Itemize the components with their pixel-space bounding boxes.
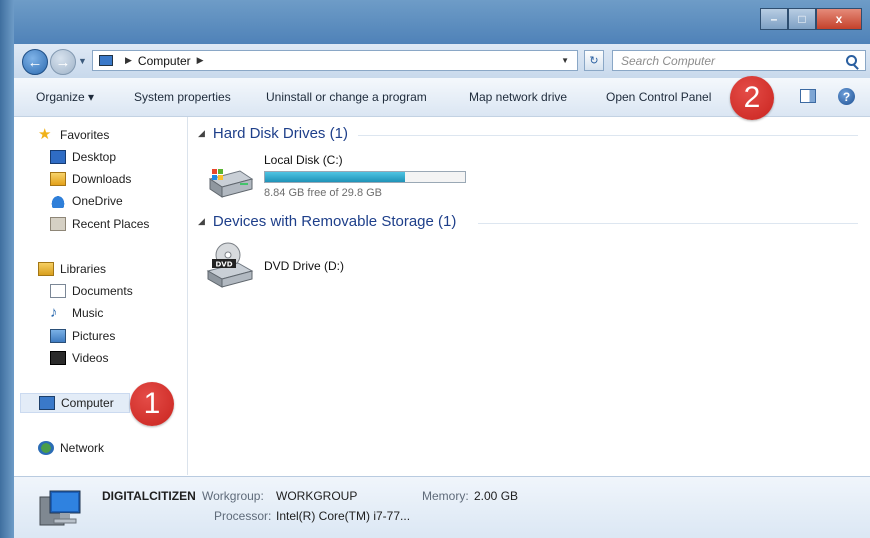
computer-large-icon — [39, 490, 81, 526]
libraries-icon — [38, 262, 54, 276]
step-badge-2: 2 — [730, 76, 774, 120]
sidebar-item-label: Downloads — [72, 172, 132, 186]
network-globe-icon — [38, 441, 54, 455]
collapse-arrow-icon[interactable]: ◢ — [198, 216, 205, 227]
forward-button[interactable]: → — [50, 49, 76, 75]
sidebar-item-desktop[interactable]: Desktop — [50, 147, 116, 167]
dvd-logo-text: DVD — [215, 261, 232, 269]
group-header-hard-disk-drives[interactable]: ◢ Hard Disk Drives (1) — [198, 125, 348, 142]
sidebar-item-label: Desktop — [72, 150, 117, 164]
dvd-drive-icon: DVD — [206, 242, 254, 288]
workgroup-value: WORKGROUP — [276, 489, 358, 503]
close-button[interactable]: x — [816, 8, 862, 30]
sidebar-item-label: Documents — [72, 284, 133, 298]
sidebar-item-libraries[interactable]: Libraries — [38, 259, 106, 279]
help-icon[interactable]: ? — [838, 88, 855, 105]
maximize-button[interactable]: □ — [788, 8, 816, 30]
processor-value: Intel(R) Core(TM) i7-77... — [276, 509, 411, 523]
sidebar-item-videos[interactable]: Videos — [50, 348, 108, 368]
sidebar-item-recent-places[interactable]: Recent Places — [50, 214, 149, 234]
minimize-button[interactable]: – — [760, 8, 788, 30]
documents-icon — [50, 284, 66, 298]
back-button[interactable]: ← — [22, 49, 48, 75]
sidebar-item-label: Libraries — [60, 262, 107, 276]
group-divider — [358, 135, 858, 136]
sidebar-item-label: Favorites — [60, 128, 110, 142]
breadcrumb-computer[interactable]: Computer — [138, 54, 191, 68]
search-placeholder: Search Computer — [621, 53, 716, 68]
recent-places-icon — [50, 217, 66, 231]
sidebar-item-label: Computer — [61, 396, 114, 410]
disk-capacity-fill — [265, 172, 405, 182]
memory-value: 2.00 GB — [474, 489, 519, 503]
onedrive-cloud-icon — [50, 194, 66, 208]
sidebar-item-computer[interactable]: Computer — [20, 393, 130, 413]
title-bar[interactable]: – □ x — [0, 0, 870, 44]
map-network-drive-button[interactable]: Map network drive — [469, 90, 567, 104]
sidebar-item-label: Videos — [72, 351, 109, 365]
sidebar-item-label: Music — [72, 306, 104, 320]
refresh-button[interactable]: ↻ — [584, 50, 604, 71]
music-note-icon: ♪ — [50, 304, 58, 321]
organize-button[interactable]: Organize ▾ — [36, 90, 94, 104]
pictures-icon — [50, 329, 66, 343]
back-arrow-icon: ← — [27, 53, 43, 71]
refresh-icon: ↻ — [589, 55, 599, 67]
sidebar-item-label: OneDrive — [72, 194, 123, 208]
workgroup-label: Workgroup: — [202, 489, 264, 503]
computer-name: DIGITALCITIZEN — [102, 489, 196, 503]
preview-pane-icon[interactable] — [800, 89, 816, 103]
sidebar-item-music[interactable]: ♪ Music — [50, 303, 103, 323]
processor-label: Processor: — [214, 509, 272, 523]
sidebar-item-label: Pictures — [72, 329, 116, 343]
group-header-label: Hard Disk Drives (1) — [212, 125, 348, 142]
sidebar-item-label: Recent Places — [72, 217, 150, 231]
downloads-icon — [50, 172, 66, 186]
open-control-panel-button[interactable]: Open Control Panel — [606, 90, 711, 104]
sidebar-item-documents[interactable]: Documents — [50, 281, 133, 301]
memory-label: Memory: — [422, 489, 469, 503]
recent-pages-dropdown[interactable]: ▼ — [78, 56, 87, 66]
window-left-border — [0, 0, 14, 538]
group-header-label: Devices with Removable Storage (1) — [212, 213, 457, 230]
sidebar-item-onedrive[interactable]: OneDrive — [50, 191, 123, 211]
breadcrumb-chevron-icon[interactable]: ▶ — [197, 55, 204, 66]
explorer-window: – □ x ← → ▼ ▶ Computer ▶ ▼ ↻ Search Comp… — [0, 0, 870, 538]
desktop-icon — [50, 150, 66, 164]
drive-free-space: 8.84 GB free of 29.8 GB — [264, 187, 383, 199]
group-divider — [478, 223, 858, 224]
system-properties-button[interactable]: System properties — [134, 90, 231, 104]
sidebar-item-favorites[interactable]: ★ Favorites — [38, 125, 109, 145]
hard-drive-icon — [208, 169, 254, 198]
collapse-arrow-icon[interactable]: ◢ — [198, 128, 205, 139]
window-controls: – □ x — [760, 8, 862, 30]
star-icon: ★ — [38, 126, 52, 143]
forward-arrow-icon: → — [55, 53, 71, 71]
videos-icon — [50, 351, 66, 365]
sidebar-item-network[interactable]: Network — [38, 438, 104, 458]
computer-icon — [99, 55, 113, 66]
step-badge-1: 1 — [130, 382, 174, 426]
details-pane: DIGITALCITIZEN Workgroup: WORKGROUP Memo… — [14, 476, 870, 538]
content-pane: ◢ Hard Disk Drives (1) Local Disk (C:) 8… — [188, 117, 870, 475]
search-icon[interactable] — [846, 55, 857, 66]
group-header-removable-storage[interactable]: ◢ Devices with Removable Storage (1) — [198, 213, 456, 230]
address-dropdown-icon[interactable]: ▼ — [561, 56, 569, 65]
address-row: ← → ▼ ▶ Computer ▶ ▼ ↻ Search Computer — [14, 44, 870, 78]
sidebar-item-downloads[interactable]: Downloads — [50, 169, 131, 189]
sidebar-item-pictures[interactable]: Pictures — [50, 326, 115, 346]
address-bar[interactable]: ▶ Computer ▶ ▼ — [92, 50, 578, 71]
disk-capacity-bar — [264, 171, 466, 183]
breadcrumb-chevron-icon[interactable]: ▶ — [125, 55, 132, 66]
computer-icon — [39, 396, 55, 410]
uninstall-program-button[interactable]: Uninstall or change a program — [266, 90, 427, 104]
drive-name-local-disk[interactable]: Local Disk (C:) — [264, 153, 343, 167]
drive-name-dvd[interactable]: DVD Drive (D:) — [264, 259, 344, 273]
sidebar-item-label: Network — [60, 441, 105, 455]
search-input[interactable]: Search Computer — [612, 50, 866, 71]
